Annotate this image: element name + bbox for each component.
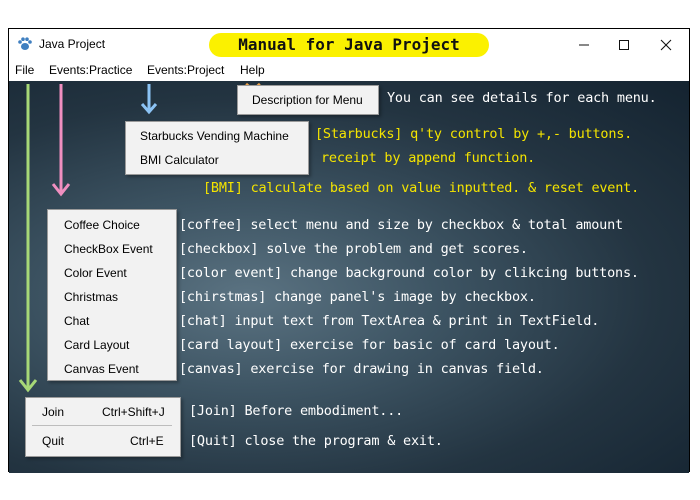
window-title: Java Project	[39, 37, 106, 51]
manual-banner: Manual for Java Project	[209, 33, 489, 57]
note-starbucks-2: receipt by append function.	[321, 150, 536, 166]
content-panel: Description for Menu You can see details…	[9, 81, 689, 473]
minimize-icon	[579, 44, 589, 46]
menu-item-description[interactable]: Description for Menu	[252, 93, 363, 107]
menu-item-starbucks[interactable]: Starbucks Vending Machine	[140, 129, 289, 143]
close-icon	[660, 39, 672, 51]
file-menu-popup: Join Ctrl+Shift+J Quit Ctrl+E	[25, 397, 181, 457]
shortcut-join: Ctrl+Shift+J	[102, 405, 165, 419]
shortcut-quit: Ctrl+E	[130, 434, 164, 448]
menu-events-practice[interactable]: Events:Practice	[49, 63, 132, 77]
menu-item-join[interactable]: Join	[42, 405, 64, 419]
practice-arrow-icon	[51, 84, 71, 197]
practice-menu-popup: Coffee Choice CheckBox Event Color Event…	[47, 209, 177, 381]
note-christmas: [chirstmas] change panel's image by chec…	[179, 289, 536, 305]
note-quit: [Quit] close the program & exit.	[189, 433, 443, 449]
note-card: [card layout] exercise for basic of card…	[179, 337, 560, 353]
paw-icon	[18, 37, 32, 50]
note-checkbox: [checkbox] solve the problem and get sco…	[179, 241, 528, 257]
note-color: [color event] change background color by…	[179, 265, 639, 281]
menu-separator	[32, 425, 172, 426]
menu-item-chat[interactable]: Chat	[64, 314, 89, 328]
menu-file[interactable]: File	[15, 63, 34, 77]
menu-events-project[interactable]: Events:Project	[147, 63, 224, 77]
menu-item-color-event[interactable]: Color Event	[64, 266, 127, 280]
menu-bar: File Events:Practice Events:Project Help	[9, 61, 689, 81]
note-starbucks-1: [Starbucks] q'ty control by +,- buttons.	[315, 126, 633, 142]
help-menu-popup: Description for Menu	[237, 85, 379, 115]
maximize-button[interactable]	[601, 31, 647, 59]
menu-item-quit[interactable]: Quit	[42, 434, 64, 448]
app-window: Java Project Manual for Java Project Fil…	[8, 28, 690, 473]
note-coffee: [coffee] select menu and size by checkbo…	[179, 217, 623, 233]
close-button[interactable]	[643, 31, 689, 59]
file-arrow-icon	[18, 84, 38, 393]
menu-item-card-layout[interactable]: Card Layout	[64, 338, 129, 352]
project-arrow-icon	[140, 84, 158, 115]
title-bar: Java Project Manual for Java Project	[9, 29, 689, 61]
menu-item-checkbox-event[interactable]: CheckBox Event	[64, 242, 153, 256]
menu-item-bmi[interactable]: BMI Calculator	[140, 153, 219, 167]
note-bmi: [BMI] calculate based on value inputted.…	[203, 180, 640, 196]
menu-item-canvas-event[interactable]: Canvas Event	[64, 362, 139, 376]
note-chat: [chat] input text from TextArea & print …	[179, 313, 600, 329]
note-canvas: [canvas] exercise for drawing in canvas …	[179, 361, 544, 377]
note-join: [Join] Before embodiment...	[189, 403, 404, 419]
menu-item-christmas[interactable]: Christmas	[64, 290, 118, 304]
project-menu-popup: Starbucks Vending Machine BMI Calculator	[125, 121, 309, 175]
menu-item-coffee-choice[interactable]: Coffee Choice	[64, 218, 140, 232]
note-help: You can see details for each menu.	[387, 90, 657, 106]
maximize-icon	[619, 40, 629, 50]
menu-help[interactable]: Help	[240, 63, 265, 77]
